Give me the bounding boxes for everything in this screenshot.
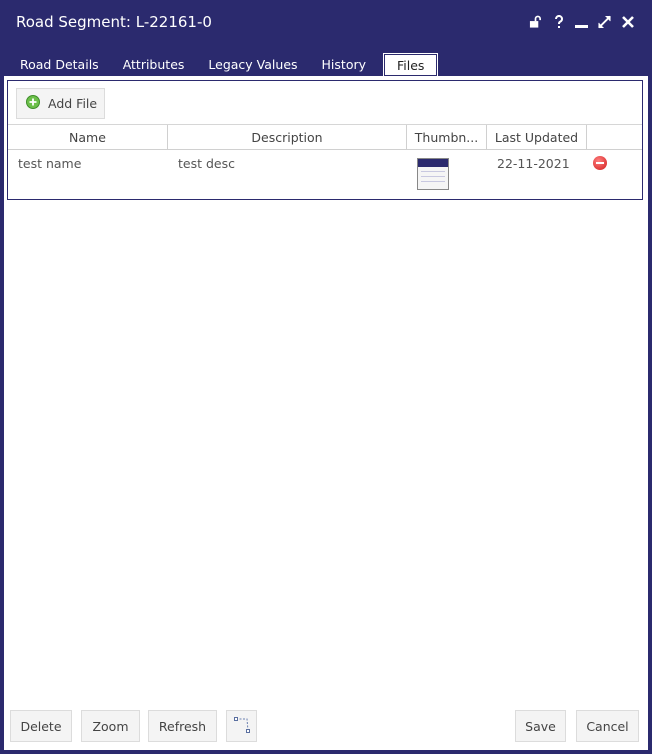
add-icon: [26, 95, 40, 112]
file-name: test name: [18, 156, 82, 171]
save-button[interactable]: Save: [515, 710, 566, 742]
file-thumbnail[interactable]: [417, 158, 449, 190]
tab-legacy-values[interactable]: Legacy Values: [196, 54, 309, 76]
cancel-button[interactable]: Cancel: [576, 710, 639, 742]
refresh-button[interactable]: Refresh: [148, 710, 217, 742]
dialog-window: Road Segment: L-22161-0 Road Details Att…: [0, 0, 652, 754]
actions-cell: [587, 150, 642, 198]
files-panel: Add File Name Description Thumbn... Last…: [7, 80, 643, 200]
file-description: test desc: [178, 156, 235, 171]
column-description[interactable]: Description: [168, 125, 407, 149]
table-row[interactable]: test name test desc 22-11-2021: [8, 150, 642, 198]
maximize-icon[interactable]: [598, 14, 611, 30]
file-last-updated: 22-11-2021: [497, 156, 570, 171]
delete-button[interactable]: Delete: [10, 710, 72, 742]
window-tools: [529, 14, 634, 30]
column-name[interactable]: Name: [8, 125, 168, 149]
close-icon[interactable]: [621, 14, 634, 30]
add-file-button[interactable]: Add File: [16, 88, 105, 119]
tab-files[interactable]: Files: [383, 53, 439, 77]
window-title: Road Segment: L-22161-0: [16, 13, 212, 31]
remove-icon[interactable]: [593, 156, 607, 170]
grid-header: Name Description Thumbn... Last Updated: [8, 125, 642, 150]
tab-road-details[interactable]: Road Details: [8, 54, 111, 76]
column-thumbnail[interactable]: Thumbn...: [407, 125, 487, 149]
help-icon[interactable]: [552, 14, 565, 30]
column-last-updated[interactable]: Last Updated: [487, 125, 587, 149]
title-bar[interactable]: Road Segment: L-22161-0: [0, 0, 652, 46]
thumbnail-cell: [407, 150, 487, 198]
add-file-label: Add File: [48, 96, 98, 111]
files-content: Add File Name Description Thumbn... Last…: [4, 76, 648, 750]
tab-bar: Road Details Attributes Legacy Values Hi…: [8, 53, 439, 77]
zoom-button[interactable]: Zoom: [81, 710, 140, 742]
unlock-icon[interactable]: [529, 14, 542, 30]
tab-attributes[interactable]: Attributes: [111, 54, 197, 76]
minimize-icon[interactable]: [575, 14, 588, 30]
edit-geometry-button[interactable]: [226, 710, 257, 742]
geometry-icon: [233, 716, 251, 737]
column-actions: [587, 125, 642, 149]
tab-history[interactable]: History: [310, 54, 378, 76]
files-toolbar: Add File: [8, 81, 642, 125]
footer-bar: Delete Zoom Refresh Save Cancel: [4, 710, 648, 744]
